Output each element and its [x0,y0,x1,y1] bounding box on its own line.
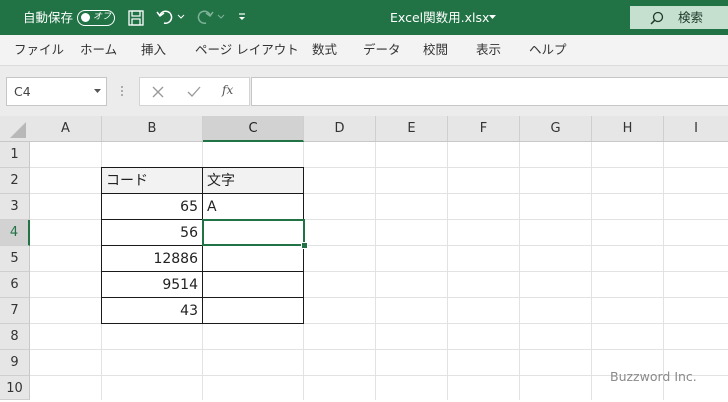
formula-input[interactable] [251,77,728,106]
autosave-label: 自動保存 [23,10,74,25]
toggle-knob [81,13,90,22]
column-header-d[interactable]: D [304,116,376,141]
cell-c6[interactable] [203,272,303,298]
cell-c7[interactable] [203,298,303,324]
redo-dropdown-icon[interactable] [217,14,225,20]
watermark: Buzzword Inc. [610,369,697,384]
column-header-h[interactable]: H [592,116,664,141]
title-dropdown-icon[interactable] [489,15,496,20]
autosave-state: オフ [93,12,112,22]
select-all-corner[interactable] [0,116,30,141]
tab-view[interactable]: 表示 [476,35,501,66]
undo-icon[interactable] [156,9,174,25]
tab-review[interactable]: 校閲 [423,35,448,66]
cell-b3[interactable]: 65 [102,194,202,220]
tab-insert[interactable]: 挿入 [141,35,166,66]
name-box[interactable]: C4 [6,77,107,106]
search-label: 検索 [678,10,704,25]
tab-file[interactable]: ファイル [14,35,64,66]
cell-b4[interactable]: 56 [102,220,202,246]
cell-c5[interactable] [203,246,303,272]
fill-handle[interactable] [301,242,308,249]
cell-b7[interactable]: 43 [102,298,202,324]
redo-icon[interactable] [196,9,214,25]
column-header-e[interactable]: E [376,116,448,141]
row-header-9[interactable]: 9 [0,350,30,376]
cell-b6[interactable]: 9514 [102,272,202,298]
column-headers: A B C D E F G H I [0,116,728,142]
active-cell-border[interactable] [202,219,305,246]
cell-c2[interactable]: 文字 [203,168,303,194]
gridline [30,349,728,350]
column-header-g[interactable]: G [520,116,592,141]
tab-formulas[interactable]: 数式 [312,35,337,66]
splitter-icon[interactable] [120,84,124,98]
search-box[interactable]: 検索 [630,6,728,29]
column-header-b[interactable]: B [102,116,203,141]
row-header-2[interactable]: 2 [0,168,30,194]
cell-b5[interactable]: 12886 [102,246,202,272]
row-header-5[interactable]: 5 [0,246,30,272]
row-header-6[interactable]: 6 [0,272,30,298]
name-box-dropdown-icon[interactable] [94,89,101,94]
row-header-7[interactable]: 7 [0,298,30,324]
customize-toolbar-icon[interactable] [237,12,247,22]
ribbon-tabs: ファイル ホーム 挿入 ページ レイアウト 数式 データ 校閲 表示 ヘルプ [0,35,728,66]
row-header-4[interactable]: 4 [0,220,30,246]
enter-icon[interactable] [187,86,201,98]
column-header-a[interactable]: A [30,116,102,141]
row-header-3[interactable]: 3 [0,194,30,220]
cell-b2[interactable]: コード [102,168,202,194]
row-header-8[interactable]: 8 [0,324,30,350]
cell-c3[interactable]: A [203,194,303,220]
formula-buttons: fx [139,77,250,106]
name-box-value: C4 [14,84,31,99]
column-header-i[interactable]: I [664,116,728,141]
tab-page-layout[interactable]: ページ レイアウト [195,35,299,66]
title-bar: 自動保存 オフ Excel関数用.xlsx 検索 [0,0,728,35]
cancel-icon[interactable] [152,86,164,98]
tab-home[interactable]: ホーム [80,35,117,66]
row-header-10[interactable]: 10 [0,376,30,400]
undo-dropdown-icon[interactable] [177,14,185,20]
column-header-f[interactable]: F [448,116,520,141]
save-icon[interactable] [128,10,144,26]
column-header-c[interactable]: C [203,116,304,142]
autosave-toggle[interactable]: オフ [77,10,115,26]
tab-help[interactable]: ヘルプ [529,35,567,66]
file-title: Excel関数用.xlsx [390,10,490,25]
search-icon [650,11,664,25]
tab-data[interactable]: データ [363,35,401,66]
row-header-1[interactable]: 1 [0,142,30,168]
insert-function-icon[interactable]: fx [222,83,233,97]
